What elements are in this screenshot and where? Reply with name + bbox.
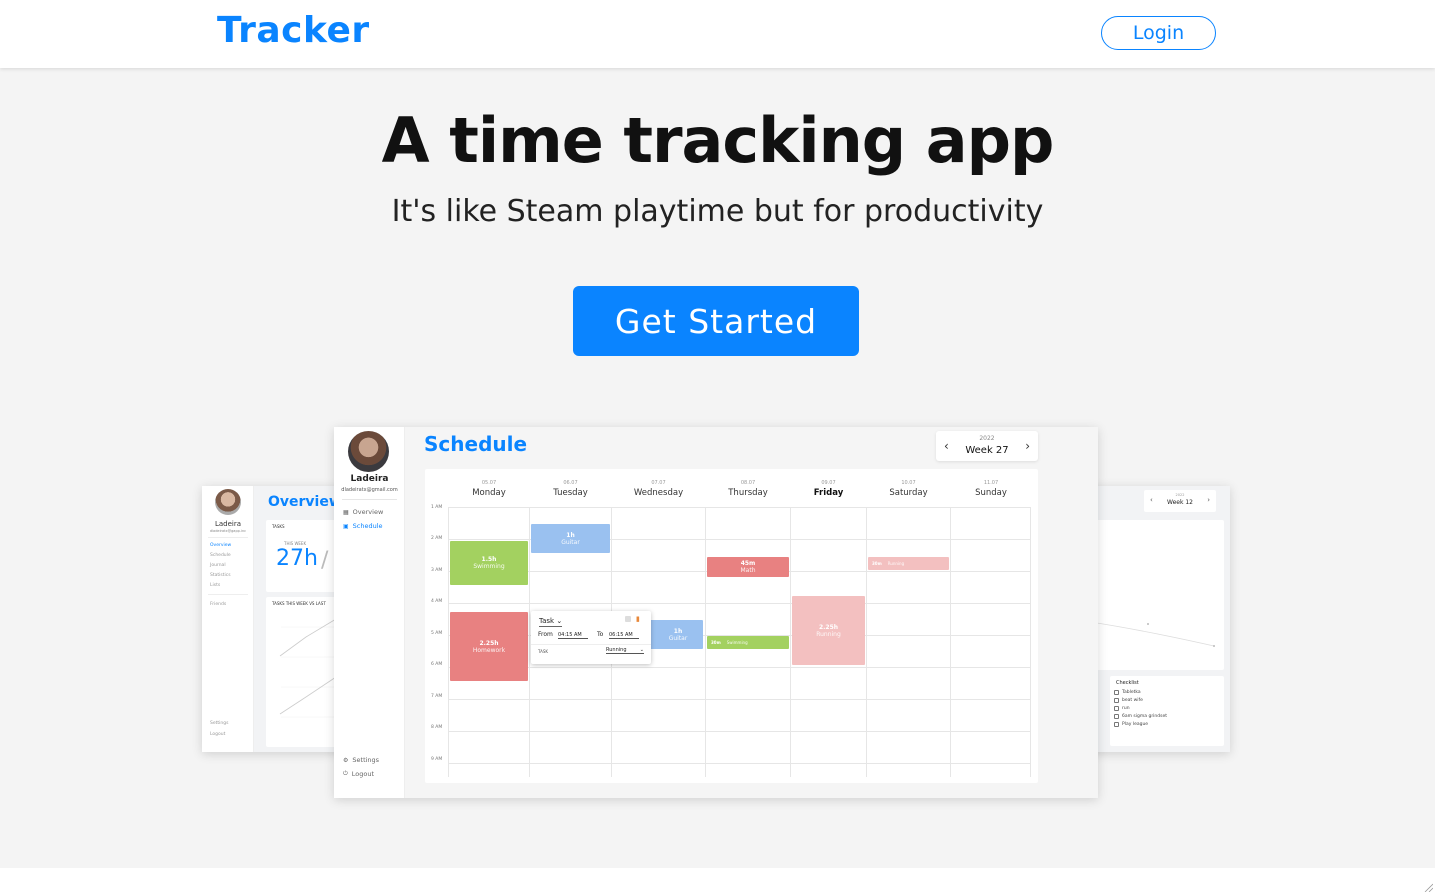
nav-lists[interactable]: Lists xyxy=(210,583,220,588)
page-title: Overview xyxy=(268,494,342,510)
nav-schedule[interactable]: Schedule xyxy=(210,553,231,558)
grid-icon: ▦ xyxy=(343,508,349,516)
task-select[interactable]: Running ⌄ xyxy=(606,647,644,654)
task-field-label: TASK xyxy=(538,649,549,654)
schedule-preview: Ladeira dladeiratx@gmail.com ▦ Overview ▣… xyxy=(334,427,1098,798)
week-selector: ‹ 2022 Week 27 › xyxy=(936,431,1038,461)
day-header: 08.07 Thursday xyxy=(728,480,768,498)
page-title: Schedule xyxy=(424,432,528,456)
nav-settings[interactable]: ⚙ Settings xyxy=(343,756,379,764)
hour-label: 4 AM xyxy=(431,599,443,604)
top-navbar: Tracker Login xyxy=(0,0,1435,68)
nav-schedule[interactable]: ▣ Schedule xyxy=(343,522,383,530)
event-editor-popup: Task ⌄ ▮ From 04:15 AM To 06:15 AM TASK … xyxy=(531,611,651,664)
event-block[interactable]: 2.25h Running xyxy=(792,596,865,665)
day-header: 06.07 Tuesday xyxy=(553,480,588,498)
avatar xyxy=(215,489,241,515)
hour-label: 1 AM xyxy=(431,505,443,510)
day-header: 05.07 Monday xyxy=(472,480,506,498)
hero-subline: It's like Steam playtime but for product… xyxy=(391,194,1044,229)
nav-logout[interactable]: ⏻ Logout xyxy=(343,770,374,778)
event-block[interactable]: 1.5h Swimming xyxy=(450,541,528,585)
login-button[interactable]: Login xyxy=(1101,16,1216,50)
checklist-title: Checklist xyxy=(1116,680,1139,686)
hero-section: A time tracking app It's like Steam play… xyxy=(0,68,1435,868)
trash-icon[interactable]: ▮ xyxy=(636,615,640,623)
user-name: Ladeira xyxy=(350,474,389,484)
user-name: Ladeira xyxy=(214,520,242,528)
next-week-icon[interactable]: › xyxy=(1207,496,1210,504)
brand-logo[interactable]: Tracker xyxy=(217,10,370,51)
nav-friends[interactable]: Friends xyxy=(210,602,226,607)
checkbox-icon[interactable] xyxy=(1114,722,1119,727)
checkbox-icon[interactable] xyxy=(1114,706,1119,711)
event-block[interactable]: 30m Running xyxy=(868,557,949,570)
checklist-item[interactable]: Play league xyxy=(1114,722,1148,727)
calendar-icon: ▣ xyxy=(343,522,349,530)
checkbox-icon[interactable] xyxy=(1114,714,1119,719)
year-label: 2022 xyxy=(979,435,995,442)
hour-label: 8 AM xyxy=(431,725,443,730)
hour-label: 2 AM xyxy=(431,536,443,541)
next-week-icon[interactable]: › xyxy=(1025,439,1030,453)
hour-label: 5 AM xyxy=(431,631,443,636)
event-block[interactable]: 45m Math xyxy=(707,557,789,577)
nav-overview[interactable]: ▦ Overview xyxy=(343,508,383,516)
event-block[interactable]: 1h Guitar xyxy=(531,524,610,553)
checklist-item[interactable]: 6am sigma grindset xyxy=(1114,714,1167,719)
event-block[interactable]: 30m Swimming xyxy=(707,636,789,649)
checklist-item[interactable]: Tabletka xyxy=(1114,690,1141,695)
footer xyxy=(0,868,1435,894)
hour-label: 9 AM xyxy=(431,757,443,762)
task-dropdown[interactable]: Task ⌄ xyxy=(539,617,563,627)
week-calendar: 05.07 Monday 06.07 Tuesday 07.07 Wednesday … xyxy=(425,469,1038,783)
day-header: 10.07 Saturday xyxy=(889,480,928,498)
nav-settings[interactable]: Settings xyxy=(210,721,228,726)
week-label: Week 12 xyxy=(1167,499,1193,506)
hour-label: 6 AM xyxy=(431,662,443,667)
checkbox-icon[interactable] xyxy=(1114,690,1119,695)
avatar xyxy=(348,431,389,472)
day-header: 09.07 Friday xyxy=(813,480,844,498)
week-label: Week 27 xyxy=(965,445,1009,456)
logout-icon: ⏻ xyxy=(343,770,348,777)
to-time-input[interactable]: 06:15 AM xyxy=(609,632,639,639)
preview-sidebar: Ladeira dladeiratx@gmail.com ▦ Overview ▣… xyxy=(334,427,405,798)
card-label: TASKS xyxy=(272,524,285,529)
to-label: To xyxy=(597,631,604,638)
checkbox-icon[interactable] xyxy=(1114,698,1119,703)
hours-value: 27h xyxy=(276,546,318,571)
nav-logout[interactable]: Logout xyxy=(210,732,225,737)
day-header: 07.07 Wednesday xyxy=(633,480,684,498)
from-time-input[interactable]: 04:15 AM xyxy=(558,632,588,639)
checklist-card: Checklist Tabletka beat wife run 6am sig… xyxy=(1110,676,1224,746)
resize-grip-icon[interactable] xyxy=(1423,882,1433,892)
nav-journal[interactable]: Journal xyxy=(210,563,226,568)
year-label: 2022 xyxy=(1175,493,1185,497)
day-header: 11.07 Sunday xyxy=(975,480,1007,498)
nav-statistics[interactable]: Statistics xyxy=(210,573,231,578)
gear-icon: ⚙ xyxy=(343,756,349,764)
from-label: From xyxy=(538,631,553,638)
user-email: dladeiratx@gapp.inc xyxy=(209,529,247,533)
event-block[interactable]: 2.25h Homework xyxy=(450,612,528,681)
hero-headline: A time tracking app xyxy=(381,104,1055,177)
hour-label: 3 AM xyxy=(431,568,443,573)
week-selector: 2022 Week 12 ‹ › xyxy=(1144,490,1216,512)
nav-overview[interactable]: Overview xyxy=(210,543,231,548)
save-icon[interactable] xyxy=(625,616,631,622)
checklist-item[interactable]: run xyxy=(1114,706,1130,711)
hour-label: 7 AM xyxy=(431,694,443,699)
preview-sidebar: Ladeira dladeiratx@gapp.inc Overview Sch… xyxy=(202,486,254,752)
get-started-button[interactable]: Get Started xyxy=(573,286,859,356)
checklist-item[interactable]: beat wife xyxy=(1114,698,1143,703)
user-email: dladeiratx@gmail.com xyxy=(341,487,398,493)
prev-week-icon[interactable]: ‹ xyxy=(1150,496,1153,504)
